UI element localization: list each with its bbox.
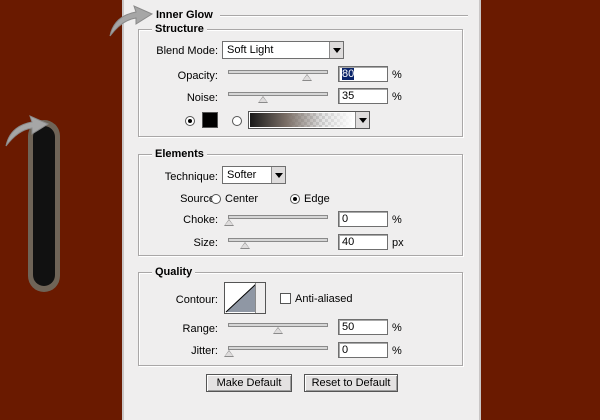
noise-slider[interactable] bbox=[228, 92, 328, 103]
anti-aliased-checkbox[interactable] bbox=[280, 293, 291, 304]
source-edge-radio[interactable] bbox=[290, 194, 300, 204]
make-default-button[interactable]: Make Default bbox=[206, 374, 292, 392]
blend-mode-label: Blend Mode: bbox=[156, 45, 218, 57]
chevron-down-icon[interactable] bbox=[271, 167, 285, 183]
size-slider-thumb[interactable] bbox=[239, 242, 250, 249]
size-value: 40 bbox=[342, 236, 355, 248]
opacity-slider-thumb[interactable] bbox=[302, 74, 313, 81]
range-slider-thumb[interactable] bbox=[273, 327, 283, 334]
opacity-input[interactable]: 80 bbox=[338, 66, 388, 82]
gradient-picker[interactable] bbox=[248, 111, 370, 129]
choke-input[interactable]: 0 bbox=[338, 211, 388, 227]
technique-value: Softer bbox=[227, 169, 257, 181]
opacity-label: Opacity: bbox=[177, 70, 218, 82]
anti-aliased-label[interactable]: Anti-aliased bbox=[295, 293, 352, 305]
jitter-value: 0 bbox=[342, 344, 349, 356]
noise-slider-thumb[interactable] bbox=[258, 96, 269, 103]
technique-select[interactable]: Softer bbox=[222, 166, 286, 184]
blend-mode-select[interactable]: Soft Light bbox=[222, 41, 344, 59]
quality-legend: Quality bbox=[152, 266, 196, 278]
source-label: Source: bbox=[180, 193, 218, 205]
chevron-down-icon[interactable] bbox=[355, 112, 369, 128]
choke-value: 0 bbox=[342, 213, 349, 225]
jitter-label: Jitter: bbox=[191, 345, 218, 357]
source-center-radio[interactable] bbox=[211, 194, 221, 204]
technique-label: Technique: bbox=[164, 171, 218, 183]
range-value: 50 bbox=[342, 321, 355, 333]
glow-color-swatch[interactable] bbox=[202, 112, 218, 128]
range-slider[interactable] bbox=[228, 323, 328, 334]
contour-curve-icon bbox=[225, 283, 257, 313]
contour-picker[interactable] bbox=[224, 282, 266, 314]
size-unit: px bbox=[392, 237, 404, 249]
noise-value: 35 bbox=[342, 90, 355, 102]
section-title: Inner Glow bbox=[156, 9, 213, 21]
range-unit: % bbox=[392, 322, 402, 334]
choke-slider[interactable] bbox=[224, 215, 328, 226]
jitter-slider[interactable] bbox=[224, 346, 328, 357]
jitter-unit: % bbox=[392, 345, 402, 357]
curved-arrow-icon bbox=[5, 115, 50, 147]
choke-slider-thumb[interactable] bbox=[224, 219, 234, 226]
title-divider bbox=[220, 15, 468, 17]
contour-label: Contour: bbox=[175, 294, 218, 306]
jitter-slider-thumb[interactable] bbox=[224, 350, 234, 357]
gradient-preview bbox=[250, 113, 354, 127]
color-radio[interactable] bbox=[185, 116, 195, 126]
elements-legend: Elements bbox=[152, 148, 207, 160]
size-label: Size: bbox=[193, 237, 218, 249]
range-input[interactable]: 50 bbox=[338, 319, 388, 335]
opacity-slider[interactable] bbox=[228, 70, 328, 81]
noise-unit: % bbox=[392, 91, 402, 103]
noise-label: Noise: bbox=[186, 92, 218, 104]
gradient-radio[interactable] bbox=[232, 116, 242, 126]
opacity-value: 80 bbox=[342, 68, 355, 80]
source-edge-label[interactable]: Edge bbox=[304, 193, 330, 205]
chevron-down-icon[interactable] bbox=[255, 283, 265, 313]
size-input[interactable]: 40 bbox=[338, 234, 388, 250]
choke-label: Choke: bbox=[183, 214, 218, 226]
choke-unit: % bbox=[392, 214, 402, 226]
inner-glow-panel: Inner Glow Structure Blend Mode: Soft Li… bbox=[109, 0, 481, 420]
range-label: Range: bbox=[182, 323, 218, 335]
reset-to-default-button[interactable]: Reset to Default bbox=[304, 374, 398, 392]
jitter-input[interactable]: 0 bbox=[338, 342, 388, 358]
chevron-down-icon[interactable] bbox=[329, 42, 343, 58]
source-center-label[interactable]: Center bbox=[225, 193, 258, 205]
blend-mode-value: Soft Light bbox=[227, 44, 274, 56]
structure-legend: Structure bbox=[152, 23, 207, 35]
size-slider[interactable] bbox=[228, 238, 328, 249]
opacity-unit: % bbox=[392, 69, 402, 81]
noise-input[interactable]: 35 bbox=[338, 88, 388, 104]
